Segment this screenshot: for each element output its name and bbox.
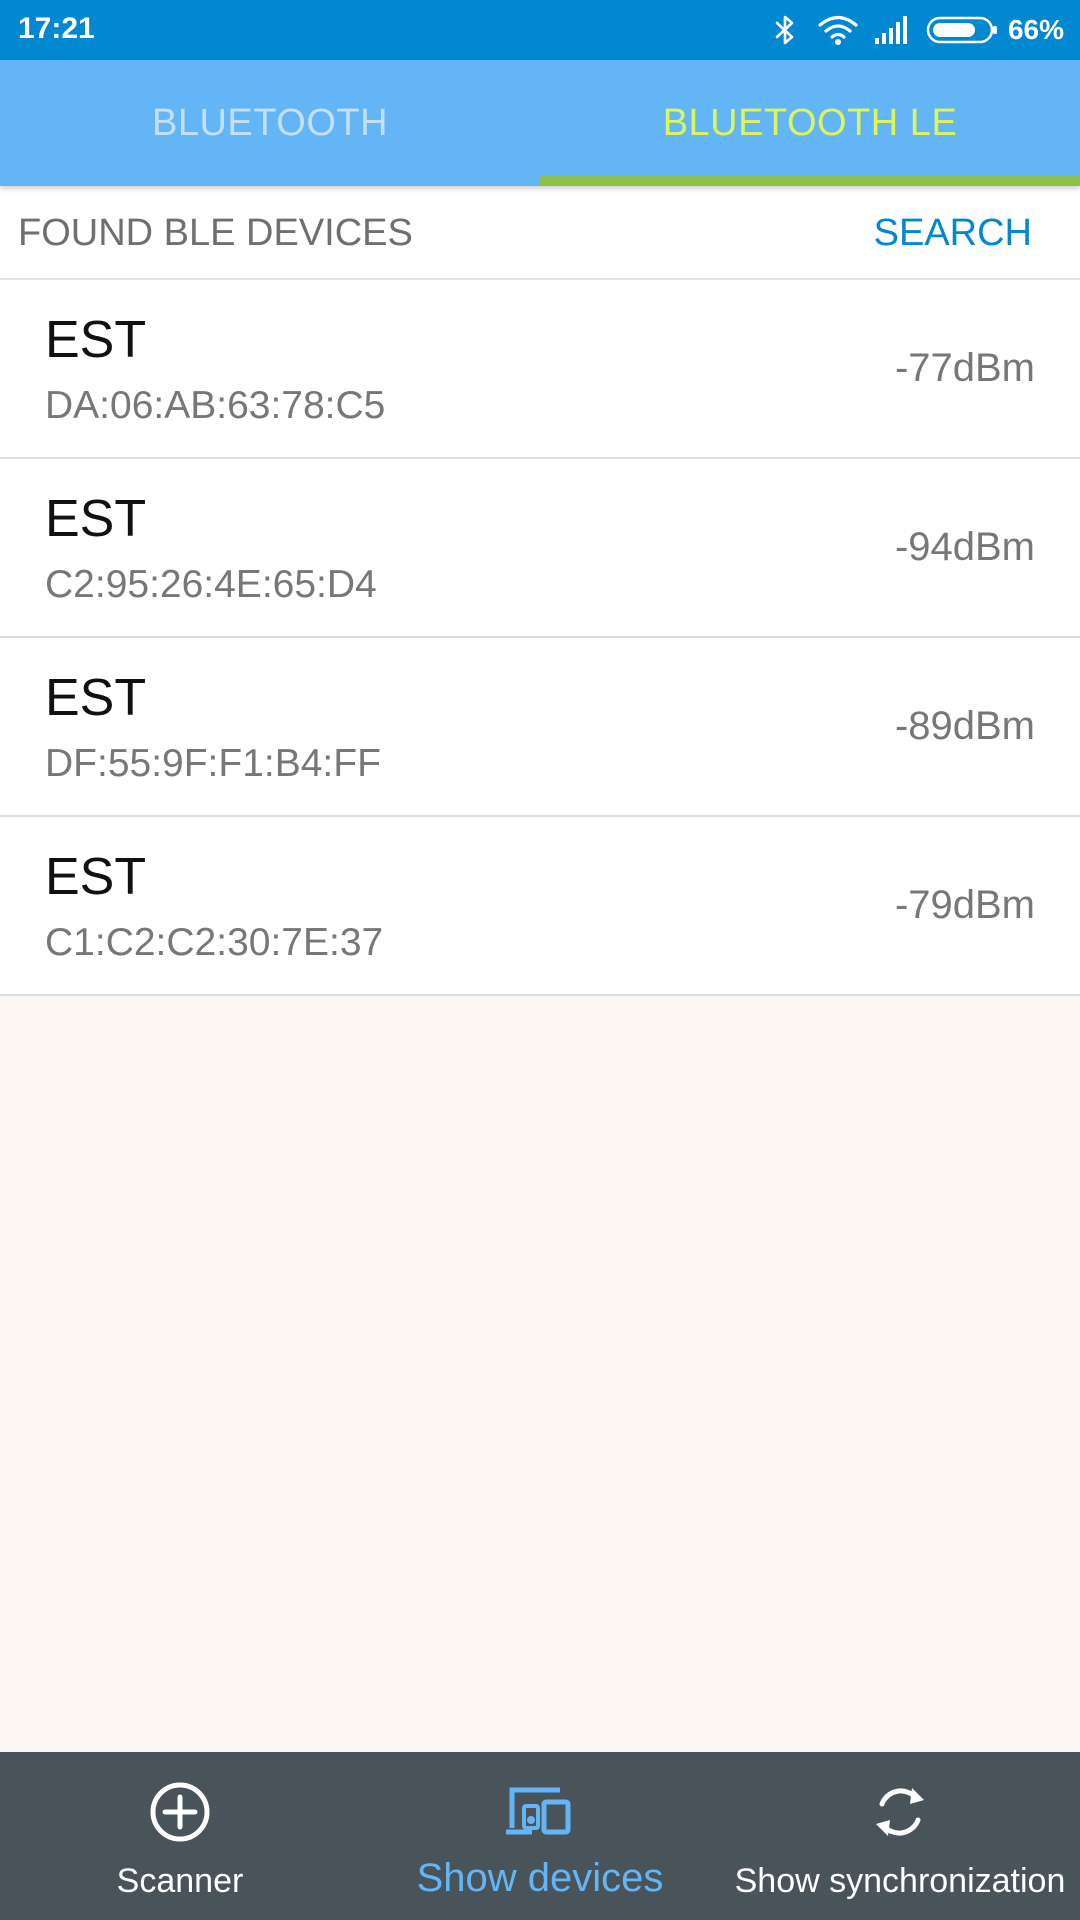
nav-scanner-label: Scanner — [116, 1862, 244, 1900]
device-name: EST — [45, 848, 147, 906]
device-rssi: -79dBm — [894, 883, 1035, 927]
device-rssi: -94dBm — [894, 525, 1035, 569]
device-name: EST — [45, 669, 147, 727]
tab-bluetooth-label: BLUETOOTH — [151, 101, 389, 144]
nav-show-synchronization[interactable]: Show synchronization — [720, 1752, 1080, 1920]
status-time: 17:21 — [18, 12, 95, 45]
tab-bluetooth-le[interactable]: BLUETOOTH LE — [540, 60, 1080, 186]
tab-bluetooth[interactable]: BLUETOOTH — [0, 60, 540, 186]
status-icons: 66% — [774, 8, 1064, 52]
device-rssi: -77dBm — [894, 346, 1035, 390]
device-name: EST — [45, 311, 147, 369]
wifi-icon — [818, 14, 858, 46]
search-button[interactable]: SEARCH — [874, 212, 1032, 255]
nav-show-devices-label: Show devices — [416, 1856, 664, 1900]
list-header: FOUND BLE DEVICES SEARCH — [0, 186, 1080, 280]
device-mac-address: DA:06:AB:63:78:C5 — [45, 384, 386, 427]
battery-icon — [926, 15, 998, 45]
device-mac-address: DF:55:9F:F1:B4:FF — [45, 742, 381, 785]
tab-bar: BLUETOOTH BLUETOOTH LE — [0, 60, 1080, 186]
device-mac-address: C1:C2:C2:30:7E:37 — [45, 921, 384, 964]
device-row[interactable]: EST DA:06:AB:63:78:C5 -77dBm — [0, 280, 1080, 459]
battery-percent: 66% — [1007, 14, 1064, 45]
device-rssi: -89dBm — [894, 704, 1035, 748]
device-row[interactable]: EST DF:55:9F:F1:B4:FF -89dBm — [0, 638, 1080, 817]
device-row[interactable]: EST C2:95:26:4E:65:D4 -94dBm — [0, 459, 1080, 638]
list-title: FOUND BLE DEVICES — [18, 212, 413, 254]
device-list-panel: FOUND BLE DEVICES SEARCH EST DA:06:AB:63… — [0, 186, 1080, 996]
bluetooth-icon — [774, 14, 796, 46]
signal-icon — [874, 15, 910, 45]
active-tab-indicator — [540, 175, 1080, 186]
status-bar: 17:21 66% — [0, 0, 1080, 60]
bottom-navigation: Scanner Show devices Show synchronizatio… — [0, 1752, 1080, 1920]
nav-show-devices[interactable]: Show devices — [360, 1752, 720, 1920]
device-mac-address: C2:95:26:4E:65:D4 — [45, 563, 377, 606]
tab-bluetooth-le-label: BLUETOOTH LE — [662, 101, 958, 144]
device-row[interactable]: EST C1:C2:C2:30:7E:37 -79dBm — [0, 817, 1080, 996]
nav-show-synchronization-label: Show synchronization — [734, 1862, 1066, 1900]
device-name: EST — [45, 490, 147, 548]
nav-scanner[interactable]: Scanner — [0, 1752, 360, 1920]
